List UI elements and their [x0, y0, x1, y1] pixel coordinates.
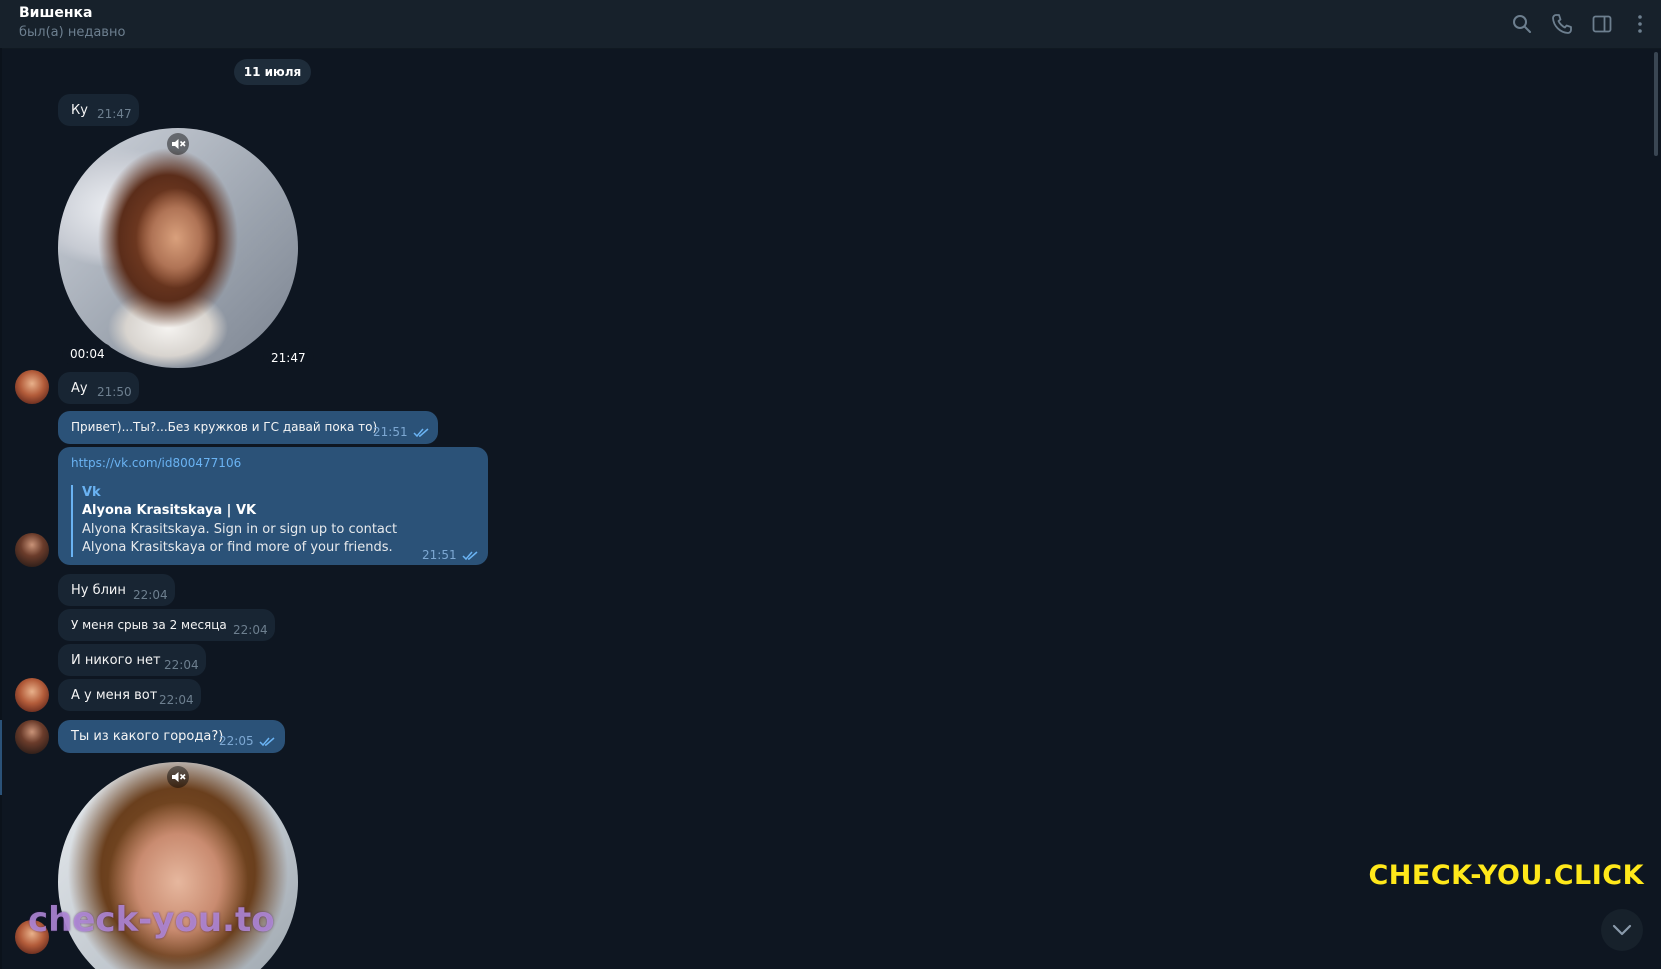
- watermark-purple: check-you.to: [28, 900, 275, 940]
- scrollbar-thumb[interactable]: [1654, 52, 1658, 156]
- message-bubble[interactable]: Ну блин 22:04: [58, 574, 175, 606]
- message-time: 21:50: [97, 385, 132, 399]
- message-link[interactable]: https://vk.com/id800477106: [71, 456, 241, 470]
- message-bubble[interactable]: У меня срыв за 2 месяца 22:04: [58, 609, 275, 641]
- message-text: Ау: [71, 381, 88, 396]
- selection-accent: [0, 720, 2, 795]
- message-bubble-outgoing[interactable]: Привет)...Ты?...Без кружков и ГС давай п…: [58, 411, 438, 444]
- preview-site-name: Vk: [82, 485, 101, 500]
- avatar[interactable]: [15, 678, 49, 712]
- message-time: 21:51: [373, 425, 408, 439]
- scroll-down-button[interactable]: [1601, 909, 1643, 951]
- watermark-yellow: CHECK-YOU.CLICK: [1368, 860, 1644, 891]
- chat-window: Вишенка был(а) недавно 11 июля Ку 21:47 …: [0, 0, 1661, 969]
- avatar-self[interactable]: [15, 533, 49, 567]
- message-bubble-outgoing[interactable]: Ты из какого города?) 22:05: [58, 720, 285, 753]
- message-time: 22:04: [164, 658, 199, 672]
- message-bubble[interactable]: А у меня вот 22:04: [58, 679, 201, 711]
- read-ticks-icon: [462, 550, 480, 561]
- chat-status: был(а) недавно: [19, 25, 126, 40]
- muted-icon[interactable]: [167, 133, 189, 155]
- message-time: 22:04: [233, 623, 268, 637]
- video-duration: 00:04: [62, 343, 113, 365]
- preview-description: Alyona Krasitskaya. Sign in or sign up t…: [82, 522, 398, 555]
- message-text: И никого нет: [71, 653, 161, 668]
- message-text: Ну блин: [71, 583, 126, 598]
- muted-icon[interactable]: [167, 766, 189, 788]
- sidebar-icon[interactable]: [1590, 12, 1614, 36]
- avatar[interactable]: [15, 370, 49, 404]
- message-time: 22:04: [133, 588, 168, 602]
- message-bubble[interactable]: Ау 21:50: [58, 372, 139, 404]
- phone-icon[interactable]: [1550, 12, 1574, 36]
- read-ticks-icon: [259, 736, 277, 747]
- message-text: А у меня вот: [71, 688, 158, 703]
- message-bubble[interactable]: Ку 21:47: [58, 94, 139, 126]
- link-preview[interactable]: Vk Alyona Krasitskaya | VK Alyona Krasit…: [71, 485, 427, 557]
- message-time: 21:47: [263, 347, 314, 369]
- message-text: Ку: [71, 103, 88, 118]
- read-ticks-icon: [413, 427, 431, 438]
- message-text: Привет)...Ты?...Без кружков и ГС давай п…: [71, 420, 378, 434]
- message-time: 21:51: [422, 548, 457, 562]
- preview-title: Alyona Krasitskaya | VK: [82, 503, 257, 518]
- left-divider: [0, 48, 2, 969]
- avatar-self[interactable]: [15, 720, 49, 754]
- round-video-message[interactable]: [58, 128, 298, 368]
- message-bubble[interactable]: И никого нет 22:04: [58, 644, 206, 676]
- chat-header: Вишенка был(а) недавно: [0, 0, 1661, 49]
- message-time: 22:05: [219, 734, 254, 748]
- message-text: У меня срыв за 2 месяца: [71, 618, 227, 632]
- more-icon[interactable]: [1628, 12, 1652, 36]
- message-time: 22:04: [159, 693, 194, 707]
- date-separator: 11 июля: [234, 59, 311, 85]
- chat-title[interactable]: Вишенка: [19, 5, 92, 21]
- message-text: Ты из какого города?): [71, 729, 224, 744]
- search-icon[interactable]: [1510, 12, 1534, 36]
- link-message-bubble[interactable]: https://vk.com/id800477106 Vk Alyona Kra…: [58, 447, 488, 565]
- message-time: 21:47: [97, 107, 132, 121]
